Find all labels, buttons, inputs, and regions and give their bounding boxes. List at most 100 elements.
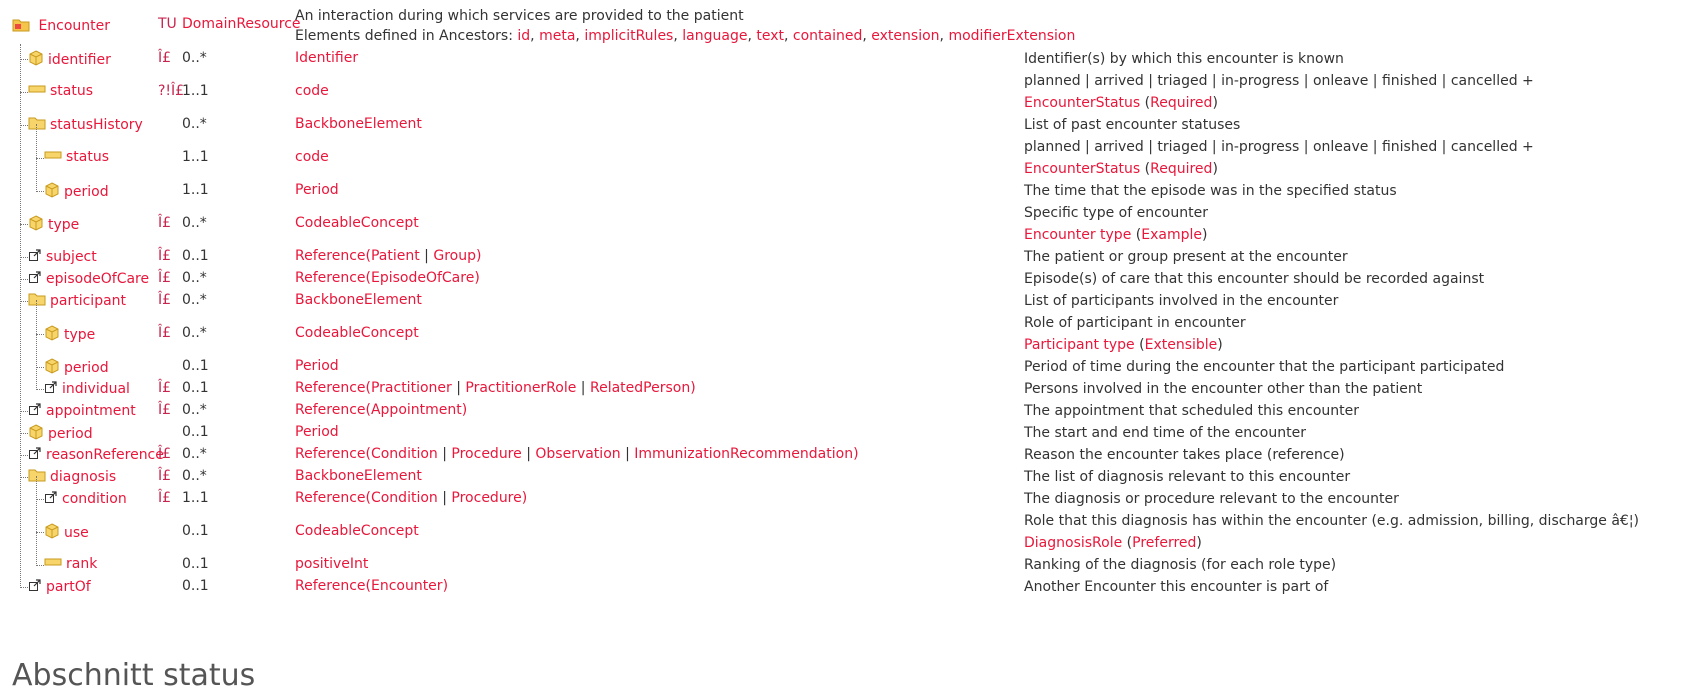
type-link[interactable]: BackboneElement bbox=[295, 116, 422, 132]
type-link[interactable]: CodeableConcept bbox=[295, 215, 419, 231]
type-link[interactable]: RelatedPerson bbox=[590, 380, 690, 396]
type-link[interactable]: Group bbox=[433, 248, 476, 264]
type-link[interactable]: Appointment bbox=[371, 402, 462, 418]
description-text: List of participants involved in the enc… bbox=[1024, 293, 1339, 309]
binding-valueset-link[interactable]: EncounterStatus bbox=[1024, 95, 1140, 111]
element-name-link[interactable]: type bbox=[48, 217, 79, 233]
element-name-link[interactable]: appointment bbox=[46, 403, 136, 419]
datatype-cube-icon bbox=[28, 424, 44, 444]
element-name-link[interactable]: period bbox=[64, 360, 109, 376]
type-link[interactable]: ) bbox=[853, 446, 858, 462]
element-name-link[interactable]: condition bbox=[62, 491, 127, 507]
type-link[interactable]: Condition bbox=[371, 490, 438, 506]
element-description: Persons involved in the encounter other … bbox=[1024, 378, 1422, 400]
element-description: Reason the encounter takes place (refere… bbox=[1024, 444, 1345, 466]
type-link[interactable]: Reference( bbox=[295, 402, 371, 418]
element-name-link[interactable]: use bbox=[64, 525, 89, 541]
next-section-heading: Abschnitt status bbox=[12, 658, 256, 693]
binding-strength-link[interactable]: Extensible bbox=[1145, 337, 1218, 353]
ancestor-link[interactable]: text bbox=[756, 28, 784, 44]
element-name-link[interactable]: reasonReference bbox=[46, 447, 164, 463]
root-type-text[interactable]: DomainResource bbox=[182, 16, 301, 32]
type-link[interactable]: Period bbox=[295, 424, 339, 440]
element-name-cell: status bbox=[28, 83, 93, 99]
ancestor-link[interactable]: modifierExtension bbox=[948, 28, 1075, 44]
element-row: episodeOfCare Î£ 0..* Reference(EpisodeOfCa… bbox=[0, 268, 1691, 290]
type-link[interactable]: CodeableConcept bbox=[295, 325, 419, 341]
type-link[interactable]: positiveInt bbox=[295, 556, 368, 572]
element-name-cell: statusHistory bbox=[28, 116, 143, 134]
type-link[interactable]: Procedure bbox=[451, 490, 521, 506]
type-link[interactable]: Reference( bbox=[295, 270, 371, 286]
binding-strength-link[interactable]: Required bbox=[1150, 161, 1212, 177]
element-name-link[interactable]: status bbox=[50, 83, 93, 99]
element-name-link[interactable]: rank bbox=[66, 556, 97, 572]
element-name-link[interactable]: identifier bbox=[48, 52, 111, 68]
ancestor-link[interactable]: contained bbox=[793, 28, 862, 44]
binding-valueset-link[interactable]: Encounter type bbox=[1024, 227, 1131, 243]
element-type: Identifier bbox=[295, 50, 358, 66]
element-name-link[interactable]: status bbox=[66, 149, 109, 165]
type-link[interactable]: Patient bbox=[371, 248, 420, 264]
binding-valueset-link[interactable]: EncounterStatus bbox=[1024, 161, 1140, 177]
element-row: individual Î£ 0..1 Reference(Practitioner |… bbox=[0, 378, 1691, 400]
description-text: Specific type of encounter bbox=[1024, 205, 1208, 221]
type-link[interactable]: Encounter bbox=[371, 578, 443, 594]
element-cardinality: 0..* bbox=[182, 116, 207, 132]
type-link[interactable]: ) bbox=[690, 380, 695, 396]
type-link[interactable]: Reference( bbox=[295, 446, 371, 462]
type-link[interactable]: Condition bbox=[371, 446, 438, 462]
element-name-link[interactable]: period bbox=[64, 184, 109, 200]
type-link[interactable]: ) bbox=[462, 402, 467, 418]
binding-valueset-link[interactable]: Participant type bbox=[1024, 337, 1135, 353]
type-link[interactable]: BackboneElement bbox=[295, 292, 422, 308]
element-name-link[interactable]: subject bbox=[46, 249, 97, 265]
type-link[interactable]: Reference( bbox=[295, 248, 371, 264]
element-name-link[interactable]: diagnosis bbox=[50, 469, 116, 485]
binding-strength-link[interactable]: Preferred bbox=[1132, 535, 1196, 551]
type-link[interactable]: ) bbox=[476, 248, 481, 264]
element-description: List of participants involved in the enc… bbox=[1024, 290, 1338, 312]
type-link[interactable]: Period bbox=[295, 182, 339, 198]
type-link[interactable]: EpisodeOfCare bbox=[371, 270, 474, 286]
binding-strength-link[interactable]: Example bbox=[1141, 227, 1202, 243]
type-link[interactable]: ) bbox=[522, 490, 527, 506]
element-name-link[interactable]: period bbox=[48, 426, 93, 442]
element-name-link[interactable]: statusHistory bbox=[50, 117, 143, 133]
element-name-link[interactable]: type bbox=[64, 327, 95, 343]
element-name-cell: episodeOfCare bbox=[28, 270, 149, 288]
root-type-link[interactable]: DomainResource bbox=[182, 16, 301, 32]
type-link[interactable]: Reference( bbox=[295, 490, 371, 506]
type-link[interactable]: CodeableConcept bbox=[295, 523, 419, 539]
type-link[interactable]: Practitioner bbox=[371, 380, 452, 396]
type-link[interactable]: Identifier bbox=[295, 50, 358, 66]
binding-strength-link[interactable]: Required bbox=[1150, 95, 1212, 111]
binding-valueset-link[interactable]: DiagnosisRole bbox=[1024, 535, 1122, 551]
type-link[interactable]: code bbox=[295, 149, 329, 165]
ancestor-link[interactable]: implicitRules bbox=[584, 28, 673, 44]
root-name-link[interactable]: Encounter bbox=[38, 18, 110, 34]
type-link[interactable]: ) bbox=[443, 578, 448, 594]
ancestor-link[interactable]: extension bbox=[871, 28, 939, 44]
type-link[interactable]: Reference( bbox=[295, 380, 371, 396]
ancestor-link[interactable]: id bbox=[517, 28, 530, 44]
element-name-link[interactable]: participant bbox=[50, 293, 126, 309]
element-description: The patient or group present at the enco… bbox=[1024, 246, 1348, 268]
type-link[interactable]: Reference( bbox=[295, 578, 371, 594]
type-link[interactable]: BackboneElement bbox=[295, 468, 422, 484]
element-name-link[interactable]: episodeOfCare bbox=[46, 271, 149, 287]
element-name-link[interactable]: individual bbox=[62, 381, 130, 397]
ancestor-link[interactable]: meta bbox=[539, 28, 575, 44]
type-link[interactable]: PractitionerRole bbox=[465, 380, 576, 396]
tree-branch-line bbox=[20, 257, 28, 258]
type-link[interactable]: ) bbox=[474, 270, 479, 286]
type-link[interactable]: code bbox=[295, 83, 329, 99]
description-text: The patient or group present at the enco… bbox=[1024, 249, 1348, 265]
type-link[interactable]: Procedure bbox=[451, 446, 521, 462]
tree-guide-line bbox=[36, 476, 37, 566]
type-link[interactable]: ImmunizationRecommendation bbox=[634, 446, 853, 462]
type-link[interactable]: Observation bbox=[535, 446, 620, 462]
type-link[interactable]: Period bbox=[295, 358, 339, 374]
element-name-link[interactable]: partOf bbox=[46, 579, 91, 595]
ancestor-link[interactable]: language bbox=[682, 28, 747, 44]
